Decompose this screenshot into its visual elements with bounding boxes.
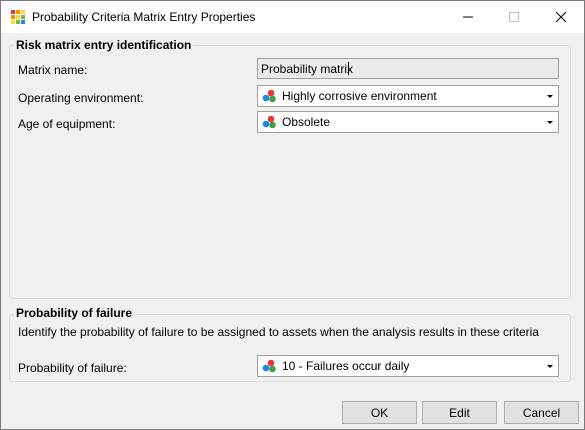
probability-of-failure-select[interactable]: 10 - Failures occur daily <box>257 355 559 377</box>
matrix-name-value: Probability matrix <box>261 62 354 76</box>
identification-group <box>9 45 571 299</box>
probability-of-failure-label: Probability of failure: <box>18 361 127 375</box>
matrix-app-icon <box>11 10 25 24</box>
title-bar[interactable]: Probability Criteria Matrix Entry Proper… <box>1 1 584 33</box>
ok-button[interactable]: OK <box>342 401 417 424</box>
colored-balls-icon <box>262 115 276 129</box>
text-caret <box>348 62 349 75</box>
operating-environment-select[interactable]: Highly corrosive environment <box>257 85 559 107</box>
age-of-equipment-value: Obsolete <box>282 115 331 129</box>
probability-of-failure-value: 10 - Failures occur daily <box>282 359 410 373</box>
colored-balls-icon <box>262 89 276 103</box>
colored-balls-icon <box>262 359 276 373</box>
probability-description: Identify the probability of failure to b… <box>18 325 539 339</box>
minimize-icon <box>463 16 473 18</box>
operating-environment-dropdown-button[interactable] <box>542 86 558 106</box>
edit-button[interactable]: Edit <box>422 401 497 424</box>
dialog-window: Probability Criteria Matrix Entry Proper… <box>0 0 585 430</box>
close-icon <box>556 12 566 22</box>
matrix-name-label: Matrix name: <box>18 63 88 77</box>
age-of-equipment-dropdown-button[interactable] <box>542 112 558 132</box>
chevron-down-icon <box>547 120 553 124</box>
matrix-name-field[interactable]: Probability matrix <box>257 58 559 79</box>
operating-environment-label: Operating environment: <box>18 91 144 105</box>
identification-group-title: Risk matrix entry identification <box>14 38 194 52</box>
maximize-button[interactable] <box>491 1 537 33</box>
operating-environment-value: Highly corrosive environment <box>282 89 437 103</box>
window-title: Probability Criteria Matrix Entry Proper… <box>32 10 256 24</box>
minimize-button[interactable] <box>445 1 491 33</box>
cancel-button[interactable]: Cancel <box>504 401 579 424</box>
age-of-equipment-select[interactable]: Obsolete <box>257 111 559 133</box>
probability-of-failure-dropdown-button[interactable] <box>542 356 558 376</box>
age-of-equipment-label: Age of equipment: <box>18 117 116 131</box>
chevron-down-icon <box>547 364 553 368</box>
chevron-down-icon <box>547 94 553 98</box>
probability-group-title: Probability of failure <box>14 306 135 320</box>
maximize-icon <box>509 12 519 22</box>
close-button[interactable] <box>538 1 584 33</box>
